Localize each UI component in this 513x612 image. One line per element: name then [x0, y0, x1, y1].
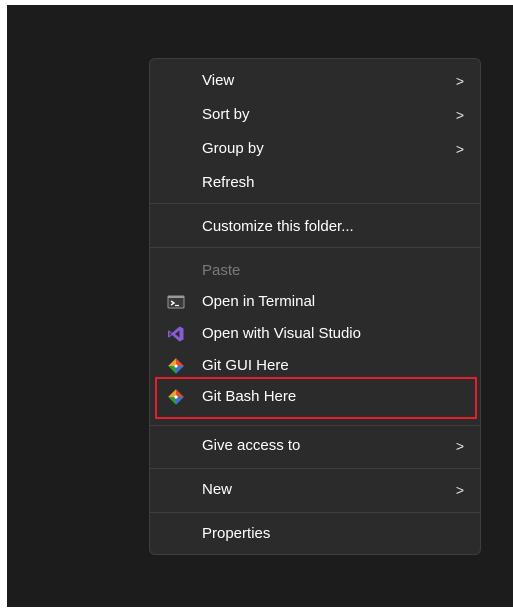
menu-item-paste[interactable]: Paste: [154, 256, 476, 286]
menu-item-label: Open with Visual Studio: [202, 325, 361, 342]
visual-studio-icon: [167, 325, 185, 343]
menu-item-new[interactable]: New >: [154, 475, 476, 505]
git-icon: [167, 357, 185, 375]
menu-item-label: Give access to: [202, 437, 301, 454]
menu-item-group-by[interactable]: Group by >: [154, 134, 476, 164]
terminal-icon: [167, 293, 185, 311]
menu-item-label: View: [202, 72, 235, 89]
menu-separator: [150, 203, 480, 204]
menu-item-label: New: [202, 481, 233, 498]
menu-item-open-with-visual-studio[interactable]: Open with Visual Studio: [154, 319, 476, 349]
menu-item-sort-by[interactable]: Sort by >: [154, 100, 476, 130]
menu-item-label: Paste: [202, 262, 241, 279]
context-menu: View > Sort by > Group by > Refresh Cust…: [149, 58, 481, 555]
menu-item-label: Git GUI Here: [202, 357, 289, 374]
menu-separator: [150, 247, 480, 248]
menu-item-label: Customize this folder...: [202, 218, 354, 235]
menu-item-customize-folder[interactable]: Customize this folder...: [154, 212, 476, 242]
highlight-outline: [155, 377, 477, 419]
chevron-right-icon: >: [455, 73, 464, 89]
chevron-right-icon: >: [455, 141, 464, 157]
menu-separator: [150, 512, 480, 513]
menu-item-properties[interactable]: Properties: [154, 519, 476, 549]
menu-separator: [150, 425, 480, 426]
menu-item-label: Open in Terminal: [202, 293, 316, 310]
menu-item-label: Group by: [202, 140, 264, 157]
chevron-right-icon: >: [455, 438, 464, 454]
menu-item-label: Properties: [202, 525, 271, 542]
menu-item-view[interactable]: View >: [154, 66, 476, 96]
menu-item-label: Refresh: [202, 174, 255, 191]
chevron-right-icon: >: [455, 482, 464, 498]
menu-item-label: Sort by: [202, 106, 250, 123]
chevron-right-icon: >: [455, 107, 464, 123]
menu-item-refresh[interactable]: Refresh: [154, 168, 476, 198]
menu-item-give-access-to[interactable]: Give access to >: [154, 431, 476, 461]
menu-separator: [150, 468, 480, 469]
menu-item-open-in-terminal[interactable]: Open in Terminal: [154, 287, 476, 317]
